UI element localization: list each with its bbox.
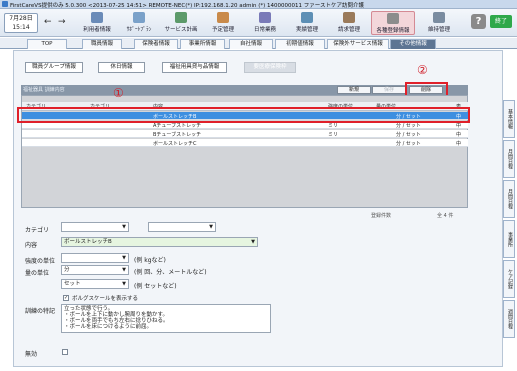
toolbar-maintenance-button[interactable]: 維持管理 [419,11,459,35]
annotation-one: ① [113,86,124,100]
chevron-down-icon: ▼ [251,239,255,245]
holiday-button[interactable]: 休日情報 [98,62,145,73]
new-button[interactable]: 新規 [337,86,371,94]
toolbar-support-plan-button[interactable]: ｻﾎﾟｰﾄﾌﾟﾗﾝ [119,11,159,35]
exit-button[interactable]: 終了 [490,15,512,28]
back-arrow-icon[interactable]: ← [44,17,52,27]
tab-staff-info[interactable]: 職員情報 [82,39,122,49]
chevron-down-icon: ▼ [209,224,213,230]
title-bar: FirstCareVS提供のみ 5.0.300 <2013-07-25 14:5… [0,0,517,9]
time-text: 15:14 [12,24,30,31]
plan-icon [133,12,145,23]
billing-icon [343,12,355,23]
toolbar-user-info-button[interactable]: 利用者情報 [77,11,117,35]
toolbar-service-plan-button[interactable]: サービス計画 [161,11,201,35]
toolbar-schedule-button[interactable]: 予定管理 [203,11,243,35]
content-label: 内容 [25,242,38,249]
quantity-unit-select-1[interactable]: 分 ▼ [61,265,129,275]
chevron-down-icon: ▼ [122,224,126,230]
quantity-unit-select-2[interactable]: セット ▼ [61,279,129,289]
welfare-rental-button[interactable]: 福祉用具貸与品情報 [162,62,227,73]
user-icon [91,12,103,23]
quantity-hint-1: (例 回、分、メートルなど) [134,269,207,276]
annotation-two: ② [417,63,428,77]
side-tab-care-record[interactable]: ケア記録 [503,260,515,298]
toolbar-registration-button[interactable]: 各種登録情報 [371,11,415,35]
medical-insurance-button[interactable]: 要医療保険枠 [244,62,296,73]
toolbar-billing-button[interactable]: 請求管理 [329,11,369,35]
staff-group-button[interactable]: 職員グループ情報 [25,62,83,73]
side-tab-monthly-2[interactable]: 月間日程 [503,180,515,218]
side-tab-office[interactable]: 事業所 [503,220,515,258]
strength-unit-select[interactable]: ▼ [61,253,129,263]
gear-icon [387,13,399,24]
tab-insurer-info[interactable]: 保険者情報 [134,39,178,49]
borg-scale-label: ボルグスケールを表示する [72,296,139,302]
side-tab-weekly[interactable]: 週間日程 [503,300,515,338]
record-count-value: 全 4 件 [437,213,454,219]
category-select-1[interactable]: ▼ [61,222,129,232]
selected-row-highlight-box [17,107,470,123]
tab-office-info[interactable]: 事業所情報 [180,39,225,49]
chevron-down-icon: ▼ [122,255,126,261]
category-select-2[interactable]: ▼ [148,222,216,232]
strength-unit-label: 強度の単位 [25,258,56,265]
invalid-checkbox[interactable] [62,349,68,355]
borg-scale-checkbox[interactable]: ✓ [63,295,69,301]
window-title: FirstCareVS提供のみ 5.0.300 <2013-07-25 14:5… [10,3,365,9]
date-text: 7月28日 [9,15,33,22]
toolbar-daily-work-button[interactable]: 日常業務 [245,11,285,35]
forward-arrow-icon[interactable]: → [58,17,66,27]
notes-textarea[interactable]: 立った状態で行う。 ・ボールを上下に動かし腕周りを動かす。 ・ボールを両手でもち… [61,304,271,333]
content-select[interactable]: ボールストレッチB ▼ [61,237,258,247]
tab-top[interactable]: TOP [27,39,67,49]
chevron-down-icon: ▼ [122,267,126,273]
wrench-icon [433,12,445,23]
invalid-label: 無効 [25,351,38,358]
table-row[interactable]: Bチューブストレッチ ミリ 分 / セット 中 [22,130,468,138]
tab-non-insurance-service[interactable]: 保険外サービス情報 [327,39,389,49]
app-icon [2,1,8,7]
daily-work-icon [259,12,271,23]
chevron-down-icon: ▼ [122,281,126,287]
table-row[interactable]: ボールストレッチC 分 / セット 中 [22,139,468,147]
strength-hint: (例 kgなど) [134,257,166,264]
tab-company-info[interactable]: 自社情報 [229,39,273,49]
notes-label: 訓練の特記 [25,308,56,315]
save-button[interactable]: 保存 [372,86,406,94]
date-time-display: 7月28日 15:14 [4,13,38,33]
quantity-hint-2: (例 セットなど) [134,283,177,290]
tab-other-info[interactable]: その他情報 [390,39,436,49]
service-plan-icon [175,12,187,23]
quantity-unit-label: 量の単位 [25,270,50,277]
category-label: カテゴリ [25,227,50,234]
help-button[interactable]: ? [471,14,486,29]
record-count-label: 登録件数 [371,213,392,219]
tab-initial-values[interactable]: 初期値情報 [275,39,325,49]
calendar-icon [217,12,229,23]
toolbar-results-button[interactable]: 実績管理 [287,11,327,35]
side-tab-monthly-1[interactable]: 月間日程 [503,140,515,178]
results-icon [301,12,313,23]
side-tab-basic[interactable]: 基本情報 [503,100,515,138]
